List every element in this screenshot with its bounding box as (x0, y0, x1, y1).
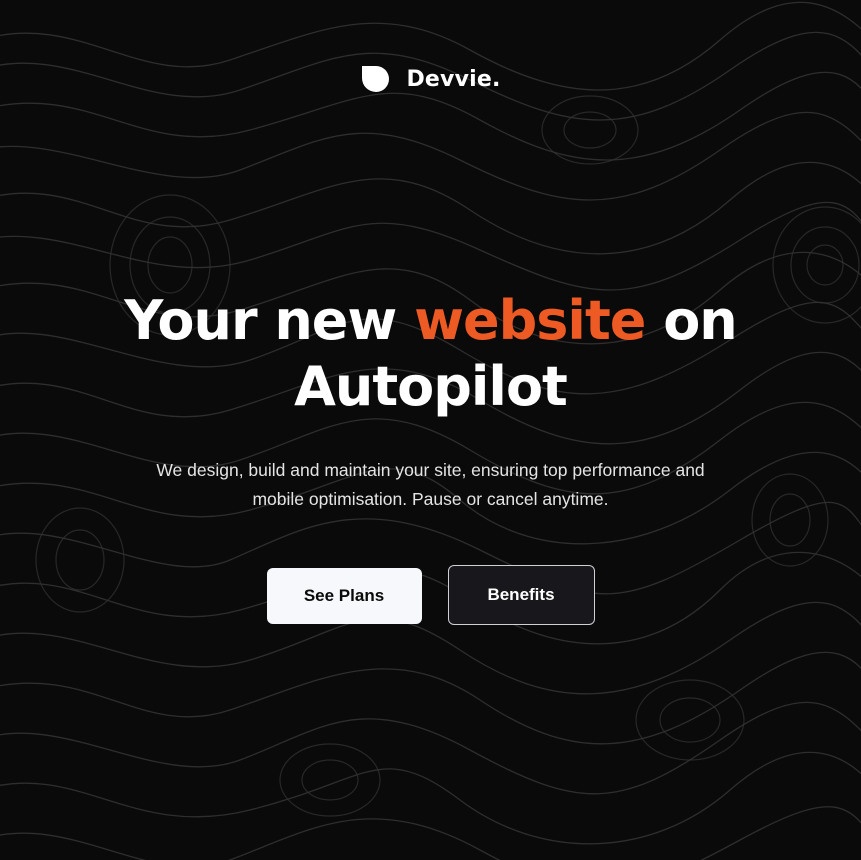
hero-page: Devvie. Your new website on Autopilot We… (0, 0, 861, 860)
headline-accent: website (414, 289, 646, 352)
headline-part1: Your new (124, 289, 415, 352)
cta-buttons: See Plans Benefits (0, 565, 861, 625)
shield-logo-icon (362, 66, 390, 92)
subtitle-line2: mobile optimisation. Pause or cancel any… (252, 489, 609, 509)
headline-line2: Autopilot (294, 355, 568, 418)
subtitle-line1: We design, build and maintain your site,… (156, 460, 705, 480)
see-plans-button[interactable]: See Plans (266, 568, 422, 624)
benefits-button[interactable]: Benefits (447, 565, 595, 625)
brand-logo[interactable]: Devvie. (0, 64, 861, 94)
hero-headline: Your new website on Autopilot (0, 288, 861, 420)
hero-subtitle: We design, build and maintain your site,… (0, 456, 861, 514)
topographic-background (0, 1, 861, 860)
headline-part2: on (645, 289, 738, 352)
brand-name: Devvie. (406, 66, 501, 92)
